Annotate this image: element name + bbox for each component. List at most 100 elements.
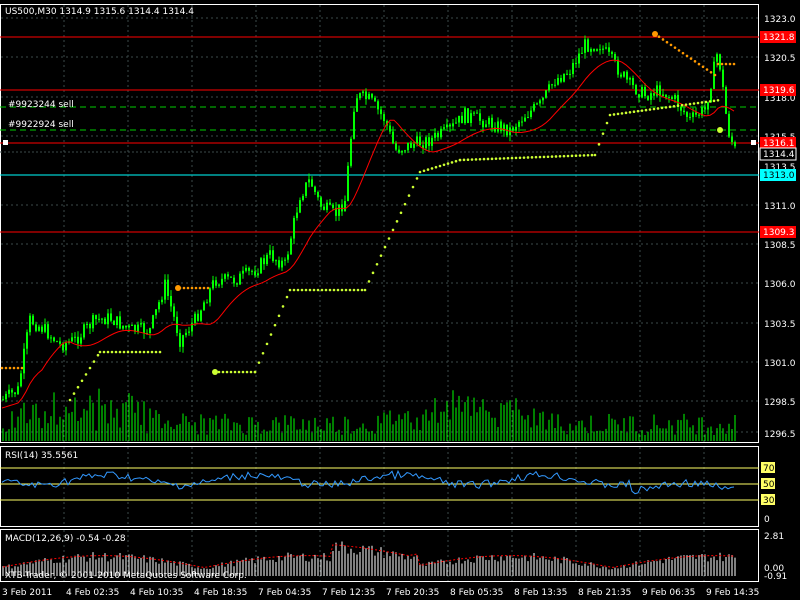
- candle-body: [461, 115, 463, 124]
- candle-body: [731, 136, 733, 143]
- order-label: #9923244 sell: [8, 100, 74, 110]
- stop-dot: [285, 295, 289, 299]
- stop-dot: [446, 162, 450, 165]
- candle-body: [695, 112, 697, 115]
- candle-body: [296, 212, 298, 218]
- stop-dot: [713, 73, 717, 77]
- candle-body: [95, 315, 97, 320]
- stop-dot: [422, 169, 426, 173]
- stop-dot: [693, 60, 697, 63]
- stop-dot: [708, 100, 712, 103]
- stop-dot: [130, 350, 134, 354]
- stop-dot: [685, 54, 689, 58]
- stop-dot: [98, 350, 102, 354]
- candle-body: [323, 206, 325, 210]
- trading-chart-window[interactable]: US500,M30 1314.9 1315.6 1314.4 1314.4 #9…: [0, 0, 800, 600]
- stop-dot: [704, 100, 708, 104]
- candle-body: [734, 142, 736, 147]
- candle-body: [173, 306, 175, 317]
- stop-dot: [700, 101, 704, 104]
- time-tick: 4 Feb 02:35: [66, 588, 119, 598]
- stop-dot: [442, 163, 446, 167]
- candle-body: [539, 100, 541, 104]
- stop-dot: [340, 288, 344, 292]
- candle-body: [200, 310, 202, 321]
- candle-body: [647, 96, 649, 100]
- stop-dot: [229, 370, 233, 374]
- stop-dot: [106, 350, 110, 354]
- stop-dot: [526, 156, 530, 159]
- candle-body: [626, 71, 628, 80]
- stop-dot: [300, 288, 304, 292]
- stop-dot: [395, 220, 399, 223]
- candle-body: [371, 93, 373, 98]
- stop-dot: [494, 157, 498, 160]
- candle-body: [251, 270, 253, 272]
- stop-dot: [277, 314, 281, 318]
- candle-body: [326, 202, 328, 210]
- level-handle[interactable]: [3, 140, 8, 145]
- candle-body: [485, 124, 487, 128]
- stop-dot: [182, 286, 186, 290]
- candle-body: [5, 393, 7, 400]
- candle-body: [197, 313, 199, 321]
- candle-body: [176, 316, 178, 334]
- stop-dot: [582, 154, 586, 157]
- stop-dot: [724, 62, 728, 66]
- candle-body: [623, 71, 625, 77]
- stop-dot: [636, 109, 640, 113]
- stop-dot: [546, 155, 550, 159]
- candle-body: [302, 195, 304, 201]
- stop-dot: [418, 170, 422, 174]
- stop-dot: [434, 165, 438, 169]
- stop-dot: [292, 288, 296, 292]
- candle-body: [584, 39, 586, 53]
- stop-dot: [616, 112, 620, 116]
- candle-body: [728, 113, 730, 137]
- level-handle[interactable]: [751, 140, 756, 145]
- candle-body: [314, 186, 316, 192]
- candle-body: [116, 316, 118, 326]
- candle-body: [605, 47, 607, 49]
- candle-body: [683, 110, 685, 113]
- stop-dot: [657, 35, 661, 39]
- candle-body: [383, 114, 385, 122]
- candle-body: [44, 324, 46, 332]
- stop-dot: [709, 70, 713, 74]
- stop-dot: [265, 342, 269, 346]
- candle-body: [479, 113, 481, 121]
- candle-body: [254, 271, 256, 276]
- stop-dot: [367, 280, 371, 283]
- candle-body: [377, 101, 379, 110]
- candle-body: [650, 93, 652, 100]
- stop-dot: [562, 154, 566, 158]
- price-tick: 1301.0: [764, 359, 796, 369]
- candle-body: [404, 150, 406, 152]
- stop-dot: [628, 110, 632, 114]
- stop-dot: [352, 288, 356, 292]
- stop-dot: [411, 185, 415, 189]
- watermark: XTB-Trader, © 2001-2010 MetaQuotes Softw…: [5, 571, 247, 581]
- candle-body: [665, 94, 667, 98]
- candle-body: [92, 315, 94, 329]
- candle-body: [269, 250, 271, 255]
- candle-body: [347, 165, 349, 201]
- stop-dot: [379, 254, 383, 257]
- candle-body: [209, 288, 211, 303]
- candle-body: [644, 86, 646, 97]
- candle-body: [281, 260, 283, 268]
- stop-dot: [8, 366, 12, 370]
- stop-dot: [336, 288, 340, 292]
- candle-body: [203, 302, 205, 311]
- stop-dot: [624, 111, 628, 115]
- stop-dot: [490, 157, 494, 161]
- candle-body: [329, 202, 331, 205]
- stop-dot: [612, 113, 616, 116]
- stop-dot: [363, 288, 367, 292]
- candle-body: [521, 121, 523, 123]
- stop-marker: [717, 127, 723, 133]
- candle-body: [167, 279, 169, 296]
- stop-dot: [593, 153, 597, 157]
- candle-body: [62, 343, 64, 351]
- stop-dot: [253, 370, 257, 374]
